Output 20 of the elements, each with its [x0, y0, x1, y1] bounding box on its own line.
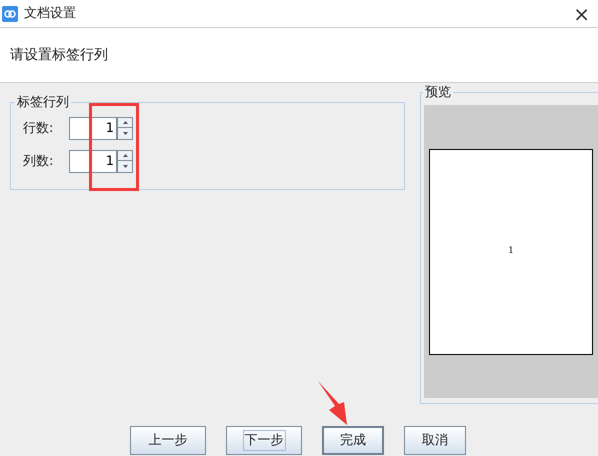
field-label: 行数:: [23, 120, 54, 138]
number-field[interactable]: 1: [69, 117, 117, 140]
dialog-button[interactable]: 取消: [404, 426, 466, 455]
dialog-button[interactable]: 完成: [322, 426, 384, 455]
field-label: 列数:: [23, 152, 54, 171]
caret-down-icon: [122, 165, 128, 168]
caret-up-icon: [122, 121, 128, 124]
dialog-button[interactable]: 上一步: [130, 426, 206, 455]
caret-up-icon: [122, 154, 128, 157]
caret-down-icon: [122, 132, 128, 135]
increment-button[interactable]: [117, 150, 133, 161]
close-button[interactable]: ×: [573, 4, 590, 24]
header-text: 请设置标签行列: [10, 46, 108, 64]
number-field[interactable]: 1: [69, 150, 117, 173]
decrement-button[interactable]: [117, 128, 133, 140]
preview-cell-number: 1: [508, 244, 514, 258]
window-title: 文档设置: [24, 4, 76, 23]
increment-button[interactable]: [117, 117, 133, 128]
decrement-button[interactable]: [117, 161, 133, 173]
dialog-button[interactable]: 下一步: [226, 426, 302, 455]
